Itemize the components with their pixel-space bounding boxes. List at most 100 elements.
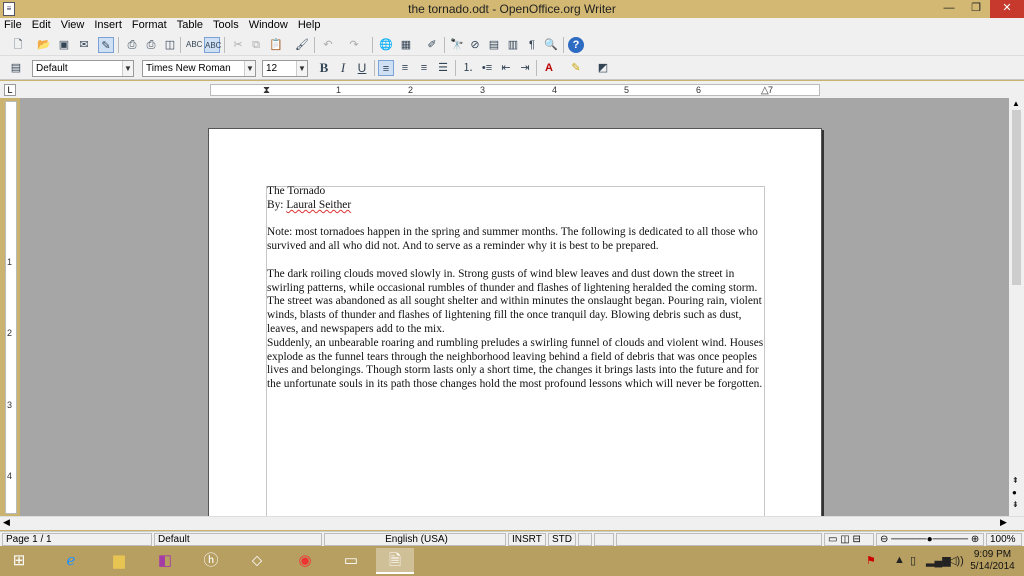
chevron-down-icon[interactable]: ▼ (296, 61, 307, 76)
scroll-up-icon[interactable]: ▲ (1012, 99, 1020, 108)
horizontal-scrollbar[interactable]: ◀ ▶ (0, 516, 1024, 530)
bold-icon[interactable]: B (316, 60, 332, 76)
doc-note[interactable]: Note: most tornadoes happen in the sprin… (267, 226, 767, 254)
zoom-icon[interactable]: 🔍 (543, 37, 559, 53)
align-center-icon[interactable]: ≡ (397, 60, 413, 76)
navigator-icon[interactable]: ⊘ (467, 37, 483, 53)
hyperlink-icon[interactable]: 🌐 (378, 37, 394, 53)
print-preview-icon[interactable]: ◫ (162, 37, 178, 53)
menu-view[interactable]: View (56, 18, 90, 33)
minimize-button[interactable]: — (935, 0, 963, 18)
email-icon[interactable]: ✉ (76, 37, 92, 53)
highlighting-icon[interactable]: ✎ (568, 60, 584, 76)
hp-icon[interactable]: ⓗ (192, 548, 230, 574)
menu-format[interactable]: Format (127, 18, 172, 33)
print-icon[interactable]: ⎙ (143, 37, 159, 53)
scroll-right-icon[interactable]: ▶ (1000, 517, 1007, 528)
font-size-combo[interactable]: 12 ▼ (262, 60, 308, 77)
export-pdf-icon[interactable]: ⎙ (124, 37, 140, 53)
formatting-marks-icon[interactable]: ¶ (524, 37, 540, 53)
previous-page-icon[interactable]: ⇞ (1012, 476, 1019, 485)
vertical-ruler[interactable]: 1 2 3 4 (5, 101, 17, 514)
next-page-icon[interactable]: ⇟ (1012, 500, 1019, 509)
document-area[interactable]: The Tornado By: Laural Seither Note: mos… (20, 98, 1009, 516)
italic-icon[interactable]: I (335, 60, 351, 76)
document-text[interactable]: The Tornado By: Laural Seither Note: mos… (267, 185, 767, 392)
selection-mode[interactable]: STD (548, 533, 576, 546)
menu-tools[interactable]: Tools (208, 18, 244, 33)
right-indent-marker[interactable]: △ (761, 85, 769, 96)
internet-explorer-icon[interactable]: ℯ (52, 548, 90, 574)
left-indent-marker[interactable]: ⧗ (263, 85, 270, 96)
draw-functions-icon[interactable]: ✐ (424, 37, 440, 53)
page-style[interactable]: Default (154, 533, 322, 546)
data-sources-icon[interactable]: ▥ (505, 37, 521, 53)
align-right-icon[interactable]: ≡ (416, 60, 432, 76)
menu-file[interactable]: File (0, 18, 27, 33)
modified-indicator[interactable] (578, 533, 592, 546)
restore-button[interactable]: ❐ (962, 0, 990, 18)
vertical-scrollbar[interactable]: ▲ ⇞ ● ⇟ (1009, 98, 1024, 516)
app-icon[interactable]: ⬦ (238, 548, 276, 574)
save-icon[interactable]: ▣ (56, 37, 72, 53)
navigation-icon[interactable]: ● (1012, 488, 1017, 497)
doc-paragraph-1[interactable]: The dark roiling clouds moved slowly in.… (267, 268, 767, 296)
underline-icon[interactable]: U (354, 60, 370, 76)
background-color-icon[interactable]: ◩ (595, 60, 611, 76)
digital-signature[interactable] (594, 533, 614, 546)
cut-icon[interactable]: ✂ (230, 37, 246, 53)
undo-icon[interactable]: ↶ (320, 37, 336, 53)
scroll-left-icon[interactable]: ◀ (3, 517, 10, 528)
app-window-icon[interactable]: ▭ (332, 548, 370, 574)
file-explorer-icon[interactable]: ▆ (100, 548, 138, 574)
font-color-icon[interactable]: A (541, 60, 557, 76)
insert-mode[interactable]: INSRT (508, 533, 546, 546)
menu-table[interactable]: Table (172, 18, 208, 33)
numbering-icon[interactable]: ⒈ (460, 60, 476, 76)
redo-icon[interactable]: ↷ (346, 37, 362, 53)
onenote-icon[interactable]: ◧ (146, 548, 184, 574)
zoom-level[interactable]: 100% (986, 533, 1022, 546)
openoffice-writer-icon[interactable]: 🗎 (376, 548, 414, 574)
menu-insert[interactable]: Insert (89, 18, 127, 33)
menu-window[interactable]: Window (244, 18, 293, 33)
autospellcheck-icon[interactable]: ABC (204, 37, 221, 53)
language[interactable]: English (USA) (324, 533, 506, 546)
chrome-icon[interactable]: ◉ (286, 548, 324, 574)
doc-byline[interactable]: By: Laural Seither (267, 199, 767, 213)
start-icon[interactable]: ⊞ (0, 548, 38, 574)
doc-paragraph-3[interactable]: Suddenly, an unbearable roaring and rumb… (267, 337, 767, 392)
system-clock[interactable]: 9:09 PM 5/14/2014 (965, 549, 1020, 573)
format-paintbrush-icon[interactable]: 🖌 (294, 37, 310, 53)
page-count[interactable]: Page 1 / 1 (2, 533, 152, 546)
spellcheck-icon[interactable]: ABC (186, 37, 202, 53)
action-center-icon[interactable]: ⚑ (866, 554, 876, 567)
volume-icon[interactable]: ◁)) (948, 554, 964, 567)
align-left-icon[interactable]: ≡ (378, 60, 394, 76)
help-icon[interactable]: ? (568, 37, 584, 53)
show-hidden-icons-icon[interactable]: ▲ (894, 554, 905, 566)
decrease-indent-icon[interactable]: ⇤ (498, 60, 514, 76)
styles-formatting-icon[interactable]: ▤ (8, 60, 24, 76)
edit-file-icon[interactable]: ✎ (98, 37, 114, 53)
increase-indent-icon[interactable]: ⇥ (517, 60, 533, 76)
doc-title[interactable]: The Tornado (267, 185, 767, 199)
bullets-icon[interactable]: •≡ (479, 60, 495, 76)
view-layout[interactable]: ▭ ◫ ⊟ (824, 533, 874, 546)
tab-stop-selector[interactable]: L (4, 84, 16, 96)
doc-paragraph-2[interactable]: The street was abandoned as all sought s… (267, 295, 767, 336)
network-icon[interactable]: ▂▄▆ (926, 554, 951, 567)
gallery-icon[interactable]: ▤ (486, 37, 502, 53)
paste-icon[interactable]: 📋 (268, 37, 284, 53)
copy-icon[interactable]: ⧉ (248, 37, 264, 53)
menu-help[interactable]: Help (293, 18, 326, 33)
document-page[interactable]: The Tornado By: Laural Seither Note: mos… (208, 128, 822, 516)
new-document-icon[interactable]: 🗋 (10, 37, 26, 53)
open-folder-icon[interactable]: 📂 (36, 37, 52, 53)
chevron-down-icon[interactable]: ▼ (122, 61, 133, 76)
menu-edit[interactable]: Edit (27, 18, 56, 33)
table-icon[interactable]: ▦ (398, 37, 414, 53)
vertical-scroll-thumb[interactable] (1012, 110, 1021, 285)
paragraph-style-combo[interactable]: Default ▼ (32, 60, 134, 77)
justify-icon[interactable]: ☰ (435, 60, 451, 76)
